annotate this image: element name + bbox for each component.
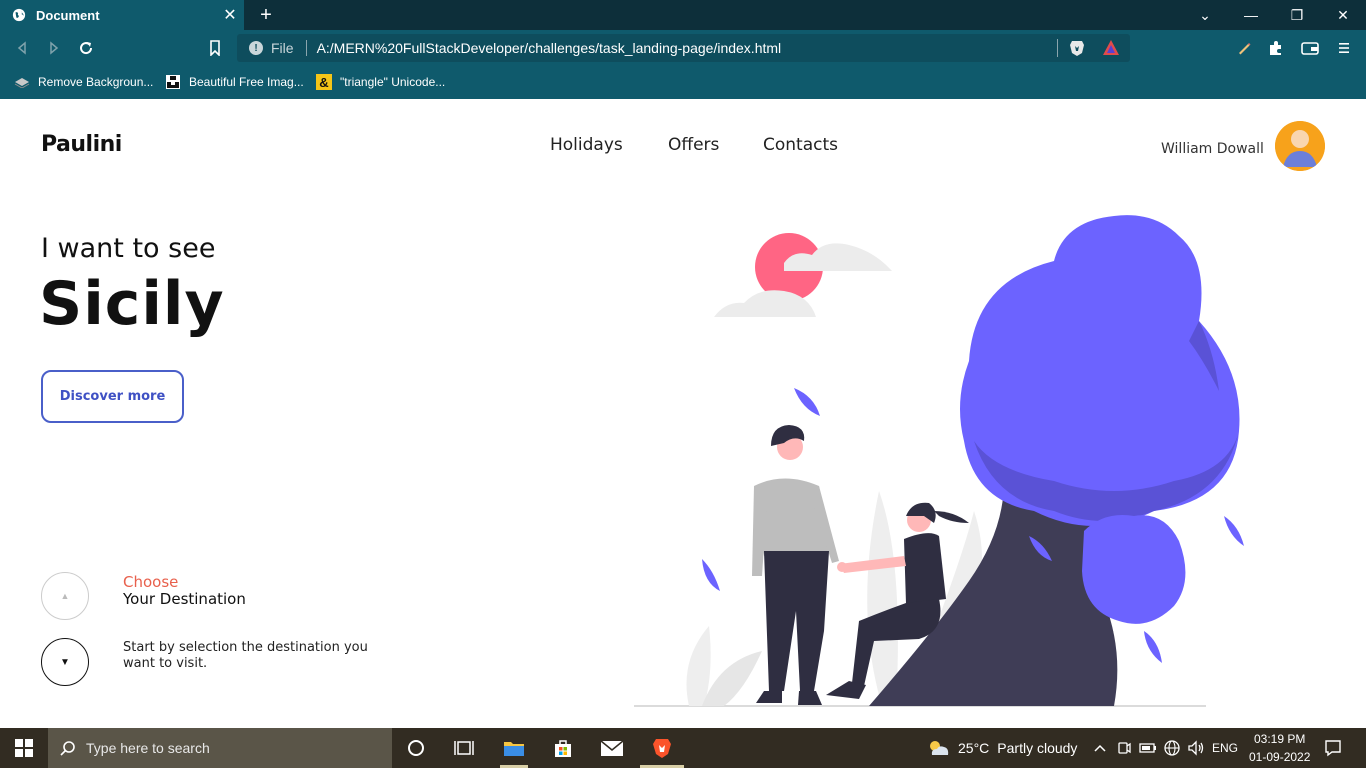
tab-title: Document [36,7,100,23]
brave-rewards-icon[interactable] [1102,39,1120,57]
prev-step-button[interactable]: ▲ [41,572,89,620]
hero-subtitle: I want to see [41,233,216,264]
url-text[interactable]: A:/MERN%20FullStackDeveloper/challenges/… [317,40,1057,56]
task-view-icon[interactable] [452,736,476,760]
weather-widget[interactable]: 25°C Partly cloudy [926,738,1077,758]
notifications-icon[interactable] [1321,736,1345,760]
restore-button[interactable]: ❐ [1274,0,1320,30]
wallet-icon[interactable] [1301,39,1319,57]
landing-page: Paulini Holidays Offers Contacts William… [0,99,1366,728]
triangle-down-icon: ▼ [60,656,70,668]
site-logo[interactable]: Paulini [41,132,122,157]
search-placeholder: Type here to search [86,740,210,756]
search-icon [60,741,75,756]
cortana-icon[interactable] [404,736,428,760]
windows-icon [15,739,33,757]
bookmark-label: Remove Backgroun... [38,75,154,89]
weather-temp: 25°C [958,740,990,756]
reload-icon[interactable] [77,39,95,57]
taskbar: Type here to search 25°C Partly cloudy E… [0,728,1366,768]
avatar[interactable] [1275,121,1325,171]
brave-shield-icon[interactable] [1068,39,1086,57]
step-description: Start by selection the destination you w… [123,640,368,671]
microsoft-store-icon[interactable] [551,736,575,760]
travel-couple-illustration [634,215,1244,707]
omnibox-divider [305,40,307,56]
nav-offers[interactable]: Offers [668,135,719,155]
tab-search-icon[interactable]: ⌄ [1182,0,1228,30]
battery-icon[interactable] [1136,736,1160,760]
volume-icon[interactable] [1184,736,1208,760]
chevron-up-icon[interactable] [1088,736,1112,760]
meet-now-icon[interactable] [1112,736,1136,760]
info-icon[interactable]: ! [249,41,263,55]
unsplash-icon [165,74,181,90]
bookmark-icon[interactable] [206,39,224,57]
taskbar-search[interactable]: Type here to search [48,728,392,768]
file-explorer-icon[interactable] [502,736,526,760]
discover-more-button[interactable]: Discover more [41,370,184,423]
globe-icon [12,8,26,22]
browser-tab[interactable]: Document ✕ [0,0,244,30]
browser-toolbar: ! File A:/MERN%20FullStackDeveloper/chal… [0,30,1366,66]
browser-tab-bar: Document ✕ + ⌄ — ❐ ✕ [0,0,1366,30]
user-name: William Dowall [1161,141,1264,157]
brave-browser-icon[interactable] [650,736,674,760]
menu-icon[interactable] [1335,39,1353,57]
nav-holidays[interactable]: Holidays [550,135,623,155]
nav-contacts[interactable]: Contacts [763,135,838,155]
triangle-up-icon: ▲ [60,591,70,601]
bookmarks-bar: Remove Backgroun... Beautiful Free Imag.… [0,66,1366,99]
back-icon[interactable] [13,39,31,57]
edit-pen-icon[interactable] [1235,39,1253,57]
user-avatar-icon [1275,121,1325,171]
step-label-choose: Choose [123,573,179,591]
address-bar[interactable]: ! File A:/MERN%20FullStackDeveloper/chal… [237,34,1130,62]
clock-date[interactable]: 01-09-2022 [1249,750,1310,764]
partly-cloudy-icon [930,741,949,755]
minimize-button[interactable]: — [1228,0,1274,30]
network-globe-icon[interactable] [1160,736,1184,760]
new-tab-button[interactable]: + [256,4,276,26]
remove-bg-icon [14,74,30,90]
close-window-button[interactable]: ✕ [1320,0,1366,30]
bookmark-item[interactable]: Beautiful Free Imag... [165,72,304,92]
next-step-button[interactable]: ▼ [41,638,89,686]
bookmark-item[interactable]: & "triangle" Unicode... [316,72,445,92]
bookmark-label: "triangle" Unicode... [340,75,446,89]
forward-icon[interactable] [45,39,63,57]
clock-time[interactable]: 03:19 PM [1254,732,1305,746]
mail-icon[interactable] [600,736,624,760]
weather-condition: Partly cloudy [997,740,1078,756]
bookmark-label: Beautiful Free Imag... [189,75,304,89]
tab-close-icon[interactable]: ✕ [216,5,244,25]
scheme-label: File [271,40,294,56]
step-label-destination: Your Destination [123,590,246,608]
extensions-icon[interactable] [1267,39,1285,57]
ampersand-icon: & [316,74,332,90]
start-button[interactable] [0,728,48,768]
omnibox-divider [1057,39,1058,57]
language-indicator[interactable]: ENG [1212,741,1238,755]
bookmark-item[interactable]: Remove Backgroun... [14,72,153,92]
hero-title: Sicily [39,269,225,339]
